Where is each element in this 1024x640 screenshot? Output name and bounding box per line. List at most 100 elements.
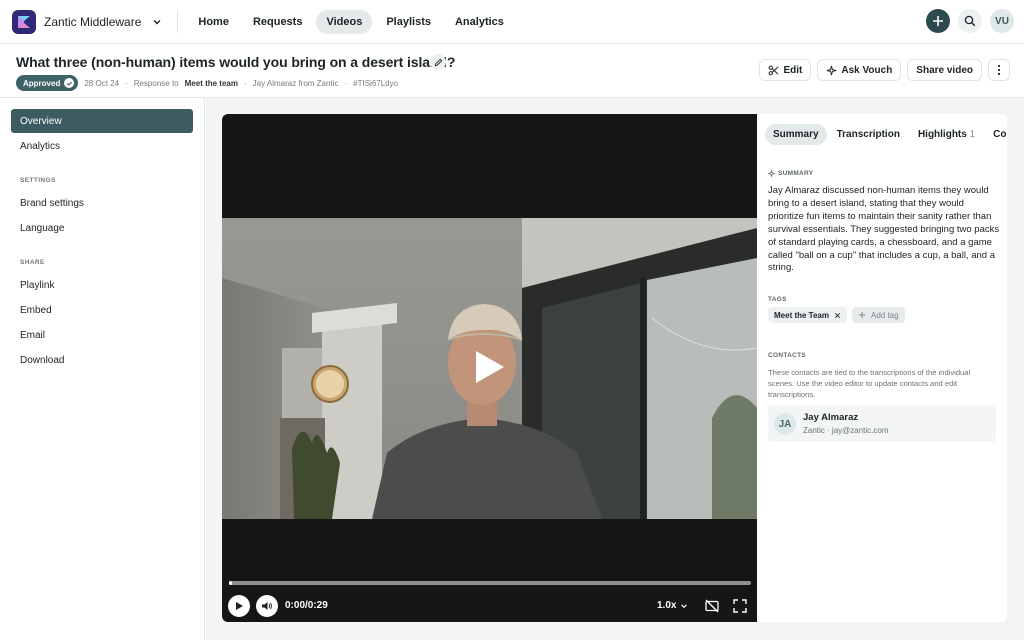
tab-highlights-label: Highlights: [917, 129, 967, 140]
video-code: #TISi67Ldyo: [353, 78, 399, 88]
zantic-logo-icon: [12, 9, 36, 34]
nav-item-videos[interactable]: Videos: [316, 9, 373, 34]
user-avatar[interactable]: VU: [990, 9, 1014, 33]
tag-meet-the-team[interactable]: Meet the Team: [768, 307, 847, 323]
top-navigation: Zantic Middleware Home Requests Videos Play…: [0, 0, 1024, 44]
chevron-down-icon: [681, 603, 688, 608]
sidebar-section-settings: SETTINGS: [20, 177, 56, 184]
ask-vouch-button[interactable]: Ask Vouch: [817, 59, 902, 81]
contact-name: Jay Almaraz: [803, 412, 859, 423]
captions-off-icon[interactable]: [704, 598, 720, 614]
summary-text: Jay Almaraz discussed non-human items th…: [768, 185, 1000, 274]
progress-bar[interactable]: [229, 581, 751, 585]
workspace-name: Zantic Middleware: [44, 14, 142, 29]
scissors-icon: [769, 65, 779, 75]
search-button[interactable]: [958, 9, 982, 33]
video-date: 28 Oct 24: [84, 78, 120, 88]
tag-label: Meet the Team: [774, 310, 829, 320]
progress-fill: [229, 581, 233, 585]
header-actions: Edit Ask Vouch Share video: [759, 59, 1010, 81]
nav-item-home[interactable]: Home: [188, 10, 239, 34]
tab-transcription-label: Transcription: [836, 129, 900, 140]
add-tag-button[interactable]: Add tag: [852, 307, 905, 323]
nav-item-playlists[interactable]: Playlists: [376, 10, 441, 34]
more-vertical-icon: [997, 64, 1001, 76]
tags-heading: TAGS: [768, 296, 787, 303]
meta-separator: ·: [243, 78, 247, 88]
meta-separator: ·: [125, 78, 128, 88]
sidebar-item-email[interactable]: Email: [11, 323, 193, 347]
sidebar-item-brand-settings[interactable]: Brand settings: [11, 191, 193, 215]
tab-transcription[interactable]: Transcription: [829, 124, 908, 145]
play-icon: [236, 602, 243, 610]
tab-highlights[interactable]: Highlights 1: [910, 124, 983, 145]
status-label: Approved: [23, 78, 61, 88]
plus-icon: [933, 16, 943, 26]
sparkle-icon: [768, 170, 775, 177]
playback-speed-selector[interactable]: 1.0x: [657, 600, 688, 611]
play-button[interactable]: [228, 595, 250, 617]
edit-title-button[interactable]: [430, 54, 446, 70]
tab-comments-label: Comments: [993, 129, 1007, 140]
nav-actions: VU: [926, 9, 1014, 33]
sidebar: Overview Analytics SETTINGS Brand settin…: [0, 98, 205, 640]
nav-item-requests[interactable]: Requests: [243, 10, 313, 34]
playback-speed-value: 1.0x: [657, 600, 677, 611]
close-icon[interactable]: [834, 312, 841, 319]
nav-divider: [177, 10, 179, 33]
contact-avatar: JA: [774, 413, 796, 435]
fullscreen-icon[interactable]: [732, 598, 748, 614]
plus-icon: [859, 312, 865, 318]
tab-summary-label: Summary: [773, 129, 819, 140]
details-panel: Summary Transcription Highlights 1 Comme…: [757, 114, 1007, 622]
pencil-icon: [434, 58, 442, 66]
video-meta: Approved 28 Oct 24 · Response to Meet th…: [16, 75, 398, 91]
contact-email: jay@zantic.com: [831, 426, 889, 435]
volume-icon: [262, 602, 272, 610]
video-header: What three (non-human) items would you b…: [0, 44, 1024, 98]
author-label: Jay Almaraz from Zantic: [252, 78, 339, 88]
response-prefix: Response to: [133, 78, 179, 88]
sidebar-item-overview[interactable]: Overview: [11, 109, 193, 133]
summary-heading: SUMMARY: [768, 170, 813, 177]
contacts-note: These contacts are tied to the transcrip…: [768, 368, 971, 399]
contact-card[interactable]: JA Jay Almaraz Zantic · jay@zantic.com: [768, 405, 996, 442]
sidebar-item-analytics[interactable]: Analytics: [11, 134, 193, 158]
search-icon: [964, 15, 976, 27]
main-nav: Home Requests Videos Playlists Analytics: [188, 9, 514, 34]
chevron-down-icon: [153, 19, 161, 24]
workspace-switcher[interactable]: Zantic Middleware: [12, 8, 163, 36]
sidebar-item-embed[interactable]: Embed: [11, 298, 193, 322]
volume-button[interactable]: [256, 595, 278, 617]
time-display: 0:00/0:29: [285, 600, 328, 611]
tab-comments[interactable]: Comments: [985, 124, 1007, 145]
edit-label: Edit: [783, 64, 803, 76]
nav-item-analytics[interactable]: Analytics: [445, 10, 514, 34]
sidebar-section-share: SHARE: [20, 259, 45, 266]
sidebar-item-playlink[interactable]: Playlink: [11, 273, 193, 297]
play-overlay-icon[interactable]: [472, 350, 506, 384]
tab-summary[interactable]: Summary: [765, 124, 827, 145]
sidebar-item-download[interactable]: Download: [11, 348, 193, 372]
response-link[interactable]: Meet the team: [185, 79, 238, 88]
create-button[interactable]: [926, 9, 950, 33]
sidebar-item-language[interactable]: Language: [11, 216, 193, 240]
share-video-button[interactable]: Share video: [907, 59, 982, 81]
add-tag-label: Add tag: [871, 310, 899, 320]
ask-vouch-label: Ask Vouch: [841, 64, 893, 76]
contacts-heading: CONTACTS: [768, 352, 807, 359]
video-player[interactable]: 0:00/0:29 1.0x: [222, 114, 757, 622]
more-options-button[interactable]: [988, 59, 1010, 81]
status-badge[interactable]: Approved: [16, 75, 79, 91]
page-title: What three (non-human) items would you b…: [16, 54, 456, 70]
panel-tabs: Summary Transcription Highlights 1 Comme…: [765, 124, 1007, 145]
summary-heading-label: SUMMARY: [778, 170, 814, 177]
tab-highlights-count: 1: [969, 129, 976, 140]
meta-separator: ·: [344, 78, 348, 88]
share-video-label: Share video: [916, 64, 973, 76]
contact-details: Zantic · jay@zantic.com: [803, 426, 889, 435]
sparkle-icon: [827, 65, 837, 75]
contact-company: Zantic: [803, 426, 825, 435]
check-icon: [64, 78, 75, 88]
edit-button[interactable]: Edit: [759, 59, 812, 81]
